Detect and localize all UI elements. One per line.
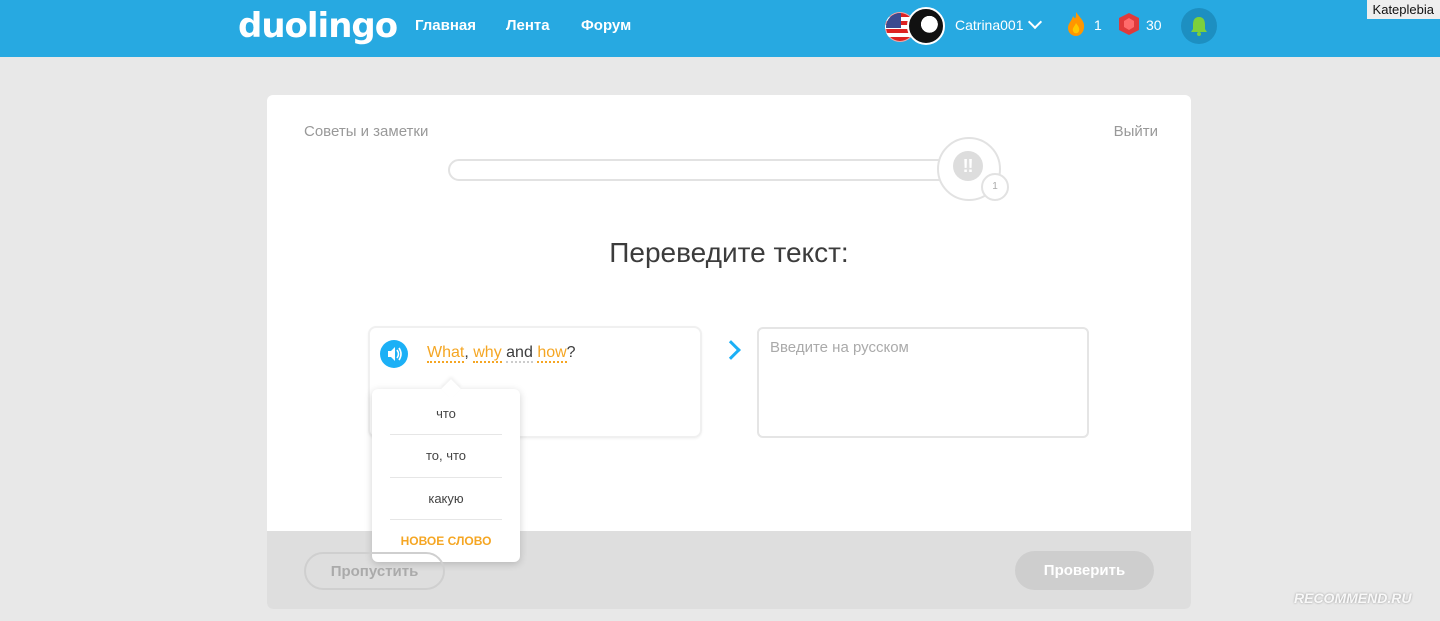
author-watermark: Kateplebia [1366, 0, 1440, 19]
hint-popup: что то, что какую НОВОЕ СЛОВО [372, 379, 520, 562]
new-word-label: НОВОЕ СЛОВО [400, 534, 492, 548]
word-how[interactable]: how [537, 344, 567, 363]
username[interactable]: Catrina001 [955, 17, 1024, 33]
divider [390, 519, 502, 520]
speaker-button[interactable] [380, 340, 408, 368]
tips-link[interactable]: Советы и заметки [304, 123, 428, 140]
avatar[interactable] [907, 7, 945, 45]
duolingo-logo[interactable]: duolingo [238, 6, 398, 46]
nav-feed[interactable]: Лента [506, 17, 550, 34]
bell-icon [1191, 17, 1207, 36]
progress-bar [448, 159, 958, 181]
divider [390, 434, 502, 435]
recommend-watermark: RECOMMEND.RU [1294, 590, 1412, 606]
chevron-down-icon[interactable] [1027, 14, 1043, 30]
top-bar: duolingo Главная Лента Форум Catrina001 … [0, 0, 1440, 57]
nav-forum[interactable]: Форум [581, 17, 631, 34]
word-what[interactable]: What [427, 344, 465, 363]
divider [390, 477, 502, 478]
chevron-right-icon [721, 340, 741, 360]
hint-option[interactable]: то, что [390, 448, 502, 463]
word-why[interactable]: why [473, 344, 502, 363]
answer-input[interactable] [757, 327, 1089, 438]
question-mark: ? [566, 344, 576, 361]
streak-count: 1 [1094, 17, 1102, 33]
gem-icon[interactable] [1118, 12, 1140, 36]
flame-icon[interactable] [1066, 11, 1086, 37]
word-and[interactable]: and [506, 344, 533, 363]
bell-button[interactable] [1181, 8, 1217, 44]
nav-home[interactable]: Главная [415, 17, 476, 34]
source-sentence: What, why and how? [427, 344, 576, 363]
prompt-title: Переведите текст: [609, 237, 849, 268]
gem-count: 30 [1146, 17, 1162, 33]
check-button[interactable]: Проверить [1015, 551, 1154, 590]
speech-bubble-icon: ‼ [953, 151, 983, 181]
speaker-icon [388, 347, 402, 361]
hint-option[interactable]: какую [390, 491, 502, 506]
lesson-card: Советы и заметки Выйти ‼ 1 Переведите те… [267, 95, 1191, 609]
progress-badge: 1 [981, 173, 1009, 201]
skip-button[interactable]: Пропустить [304, 552, 445, 590]
hint-option[interactable]: что [390, 406, 502, 421]
quit-link[interactable]: Выйти [1114, 123, 1158, 140]
comma: , [464, 344, 469, 361]
